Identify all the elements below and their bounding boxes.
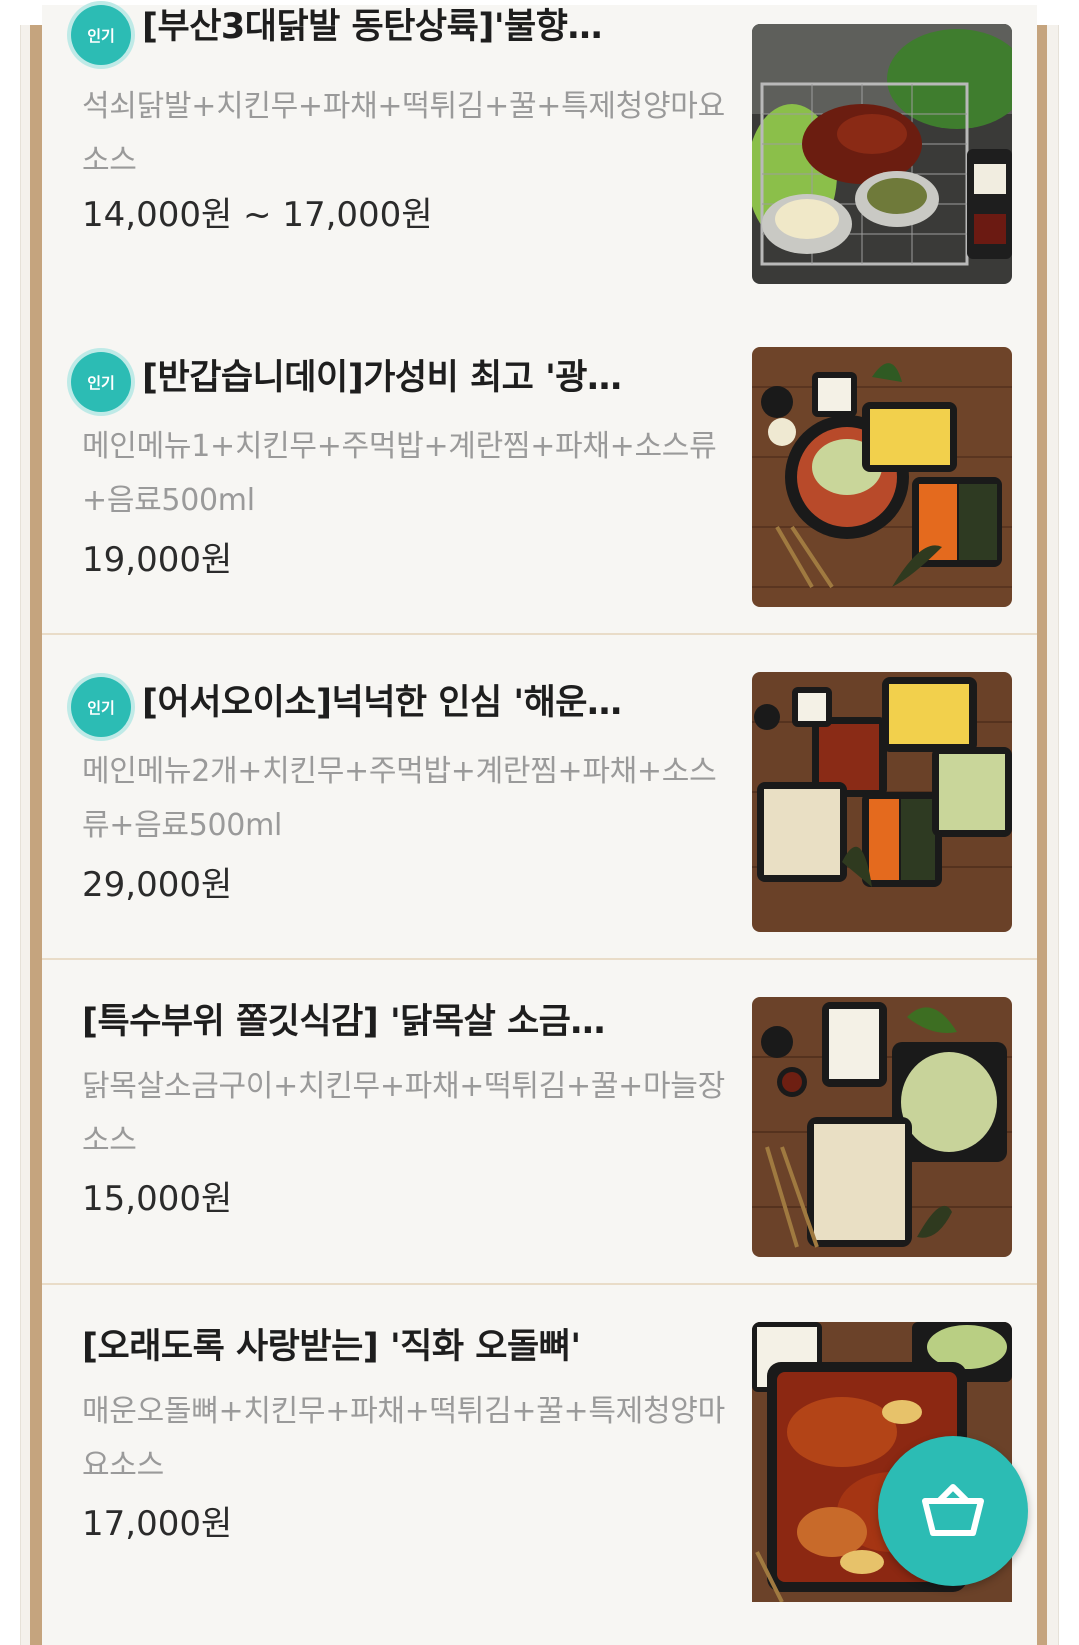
set-meal-photo	[752, 347, 1012, 607]
menu-item[interactable]: [오래도록 사랑받는] '직화 오돌뼈' 매운오돌뼈+치킨무+파채+떡튀김+꿀+…	[42, 1285, 1037, 1645]
menu-item-price: 29,000원	[82, 865, 233, 905]
menu-item-description: 매운오돌뼈+치킨무+파채+떡튀김+꿀+특제청양마요소스	[82, 1394, 725, 1483]
cart-button[interactable]	[878, 1436, 1028, 1586]
menu-item-title: [특수부위 쫄깃식감] '닭목살 소금…	[82, 1002, 605, 1042]
popular-badge: 인기	[71, 352, 131, 412]
large-set-meal-photo	[752, 672, 1012, 932]
menu-item-description: 석쇠닭발+치킨무+파채+떡튀김+꿀+특제청양마요소스	[82, 89, 725, 178]
menu-screen: 인기 [부산3대닭발 동탄상륙]'불향… 석쇠닭발+치킨무+파채+떡튀김+꿀+특…	[0, 0, 1079, 1645]
menu-item-price: 17,000원	[82, 1504, 233, 1544]
right-decorative-rail	[1037, 25, 1047, 1645]
chicken-neck-salt-grill-photo	[752, 997, 1012, 1257]
menu-item-title: [부산3대닭발 동탄상륙]'불향…	[142, 7, 602, 47]
menu-item-price: 19,000원	[82, 540, 233, 580]
menu-item[interactable]: 인기 [어서오이소]넉넉한 인심 '해운… 메인메뉴2개+치킨무+주먹밥+계란찜…	[42, 635, 1037, 960]
grilled-chicken-feet-photo	[752, 24, 1012, 284]
menu-item-description: 메인메뉴2개+치킨무+주먹밥+계란찜+파채+소스류+음료500ml	[82, 754, 717, 843]
menu-item-price: 15,000원	[82, 1179, 233, 1219]
popular-badge: 인기	[71, 677, 131, 737]
popular-badge: 인기	[71, 5, 131, 65]
menu-list: 인기 [부산3대닭발 동탄상륙]'불향… 석쇠닭발+치킨무+파채+떡튀김+꿀+특…	[42, 5, 1037, 1645]
menu-item-price: 14,000원 ~ 17,000원	[82, 195, 433, 235]
menu-item[interactable]: 인기 [부산3대닭발 동탄상륙]'불향… 석쇠닭발+치킨무+파채+떡튀김+꿀+특…	[42, 5, 1037, 345]
menu-item[interactable]: [특수부위 쫄깃식감] '닭목살 소금… 닭목살소금구이+치킨무+파채+떡튀김+…	[42, 960, 1037, 1285]
basket-icon	[922, 1484, 984, 1536]
menu-item-description: 메인메뉴1+치킨무+주먹밥+계란찜+파채+소스류+음료500ml	[82, 429, 717, 518]
menu-item[interactable]: 인기 [반갑습니데이]가성비 최고 '광… 메인메뉴1+치킨무+주먹밥+계란찜+…	[42, 310, 1037, 635]
left-decorative-rail	[30, 25, 42, 1645]
menu-item-description: 닭목살소금구이+치킨무+파채+떡튀김+꿀+마늘장소스	[82, 1069, 725, 1158]
menu-item-title: [오래도록 사랑받는] '직화 오돌뼈'	[82, 1327, 581, 1367]
menu-item-title: [반갑습니데이]가성비 최고 '광…	[142, 358, 622, 398]
menu-item-title: [어서오이소]넉넉한 인심 '해운…	[142, 683, 622, 723]
